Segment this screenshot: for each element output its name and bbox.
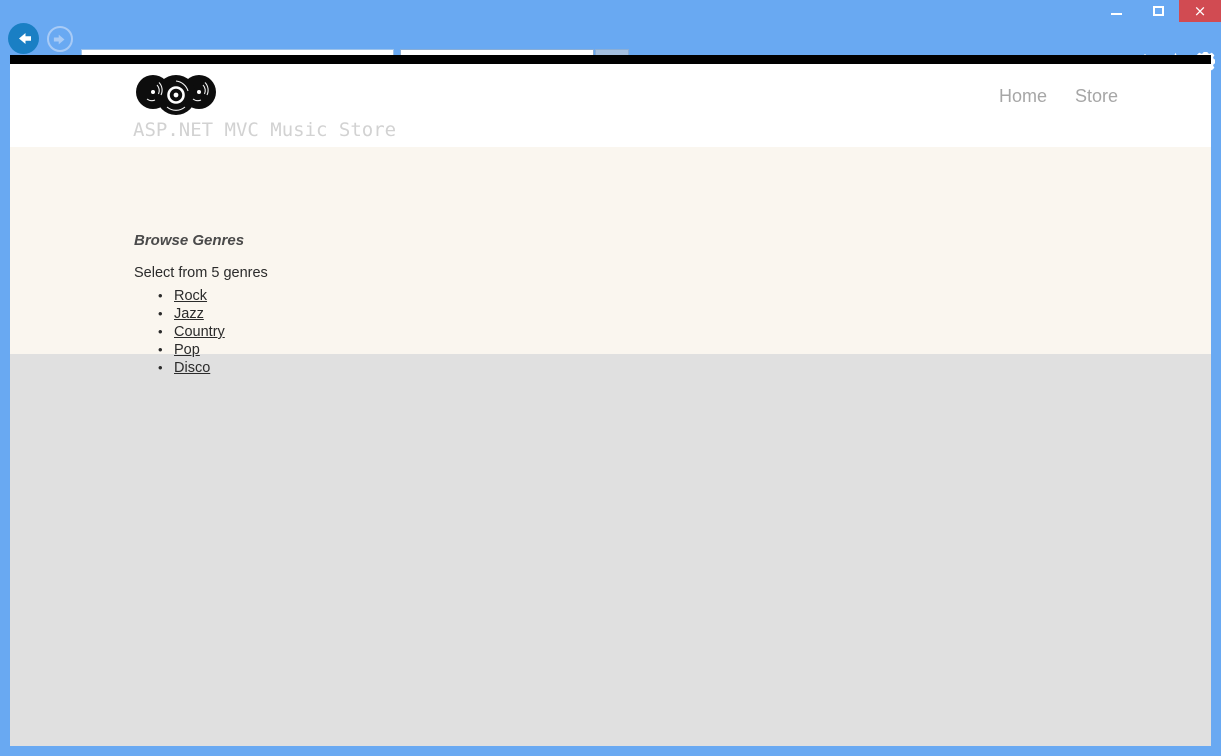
title-bar: × [0,0,1221,22]
close-window-button[interactable]: × [1179,0,1221,22]
list-item: Disco [174,359,225,377]
list-item: Rock [174,287,225,305]
minimize-button[interactable] [1095,0,1137,22]
nav-link-store[interactable]: Store [1075,86,1118,107]
page-heading: Browse Genres [134,232,244,249]
chrome-separator [10,55,1211,64]
vinyl-records-icon [133,74,219,115]
list-item: Jazz [174,305,225,323]
back-button[interactable] [8,23,39,54]
genre-list: Rock Jazz Country Pop Disco [134,287,225,377]
close-icon: × [1194,4,1207,19]
genre-link-pop[interactable]: Pop [174,342,200,358]
browser-toolbar: e http://localhost:53089/Store [0,22,1221,57]
maximize-button[interactable] [1137,0,1179,22]
genre-link-jazz[interactable]: Jazz [174,306,204,322]
nav-link-home[interactable]: Home [999,86,1047,107]
site-nav: Home Store [999,86,1118,107]
site-header: ASP.NET MVC Music Store Home Store [10,64,1211,147]
site-title: ASP.NET MVC Music Store [133,119,396,141]
maximize-icon [1153,6,1164,16]
genre-count-text: Select from 5 genres [134,265,268,281]
list-item: Country [174,323,225,341]
genre-link-country[interactable]: Country [174,324,225,340]
browser-window: × e http://localhost:53089/Sto [0,0,1221,756]
forward-button[interactable] [47,26,73,52]
back-arrow-icon [15,30,32,47]
forward-arrow-icon [53,32,68,47]
minimize-icon [1111,13,1122,15]
genre-link-disco[interactable]: Disco [174,360,210,376]
main-content: Browse Genres Select from 5 genres Rock … [10,147,1211,354]
list-item: Pop [174,341,225,359]
page-viewport: ASP.NET MVC Music Store Home Store Brows… [10,64,1211,746]
site-logo[interactable]: ASP.NET MVC Music Store [133,74,396,141]
genre-link-rock[interactable]: Rock [174,288,207,304]
